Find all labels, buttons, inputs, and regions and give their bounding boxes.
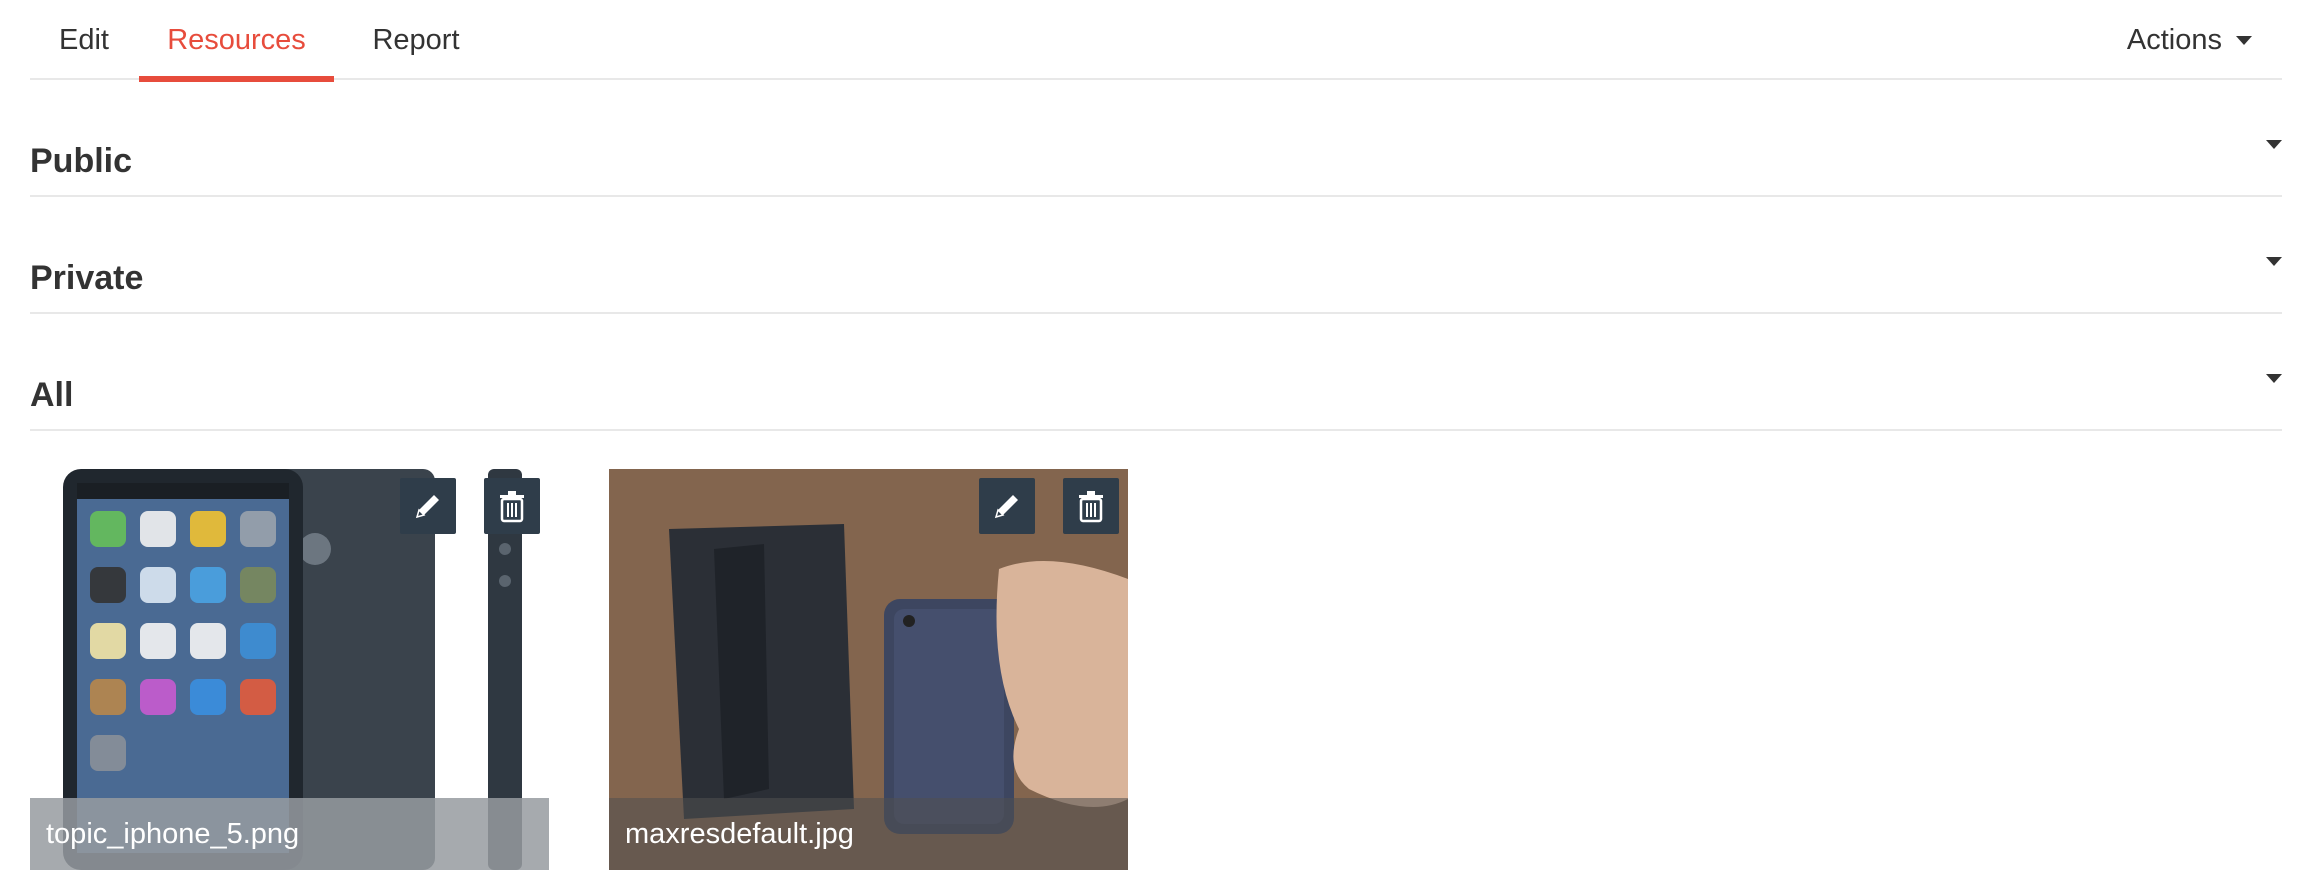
section-title-all: All [30,376,74,414]
pencil-icon [415,495,439,519]
section-title-private: Private [30,259,144,297]
resource-filename: maxresdefault.jpg [609,798,1128,870]
caret-down-icon[interactable] [2266,140,2282,149]
delete-resource-button[interactable] [484,478,540,534]
resource-filename: topic_iphone_5.png [30,798,549,870]
trash-icon [1079,491,1103,523]
tab-edit[interactable]: Edit [30,0,138,80]
caret-down-icon [2236,35,2252,45]
section-public[interactable]: Public [30,80,2282,197]
edit-resource-button[interactable] [979,478,1035,534]
section-private[interactable]: Private [30,197,2282,314]
resource-card[interactable]: topic_iphone_5.png [30,469,549,870]
edit-resource-button[interactable] [400,478,456,534]
caret-down-icon[interactable] [2266,374,2282,383]
caret-down-icon[interactable] [2266,257,2282,266]
delete-resource-button[interactable] [1063,478,1119,534]
section-title-public: Public [30,142,133,180]
actions-label: Actions [2126,23,2222,56]
tab-bar: Edit Resources Report Actions [30,0,2282,82]
tab-report[interactable]: Report [346,0,486,80]
resource-card[interactable]: maxresdefault.jpg [609,469,1128,870]
trash-icon [500,491,524,523]
tab-resources[interactable]: Resources [139,0,334,82]
actions-dropdown[interactable]: Actions [2127,0,2252,80]
pencil-icon [994,495,1018,519]
section-all[interactable]: All [30,314,2282,431]
